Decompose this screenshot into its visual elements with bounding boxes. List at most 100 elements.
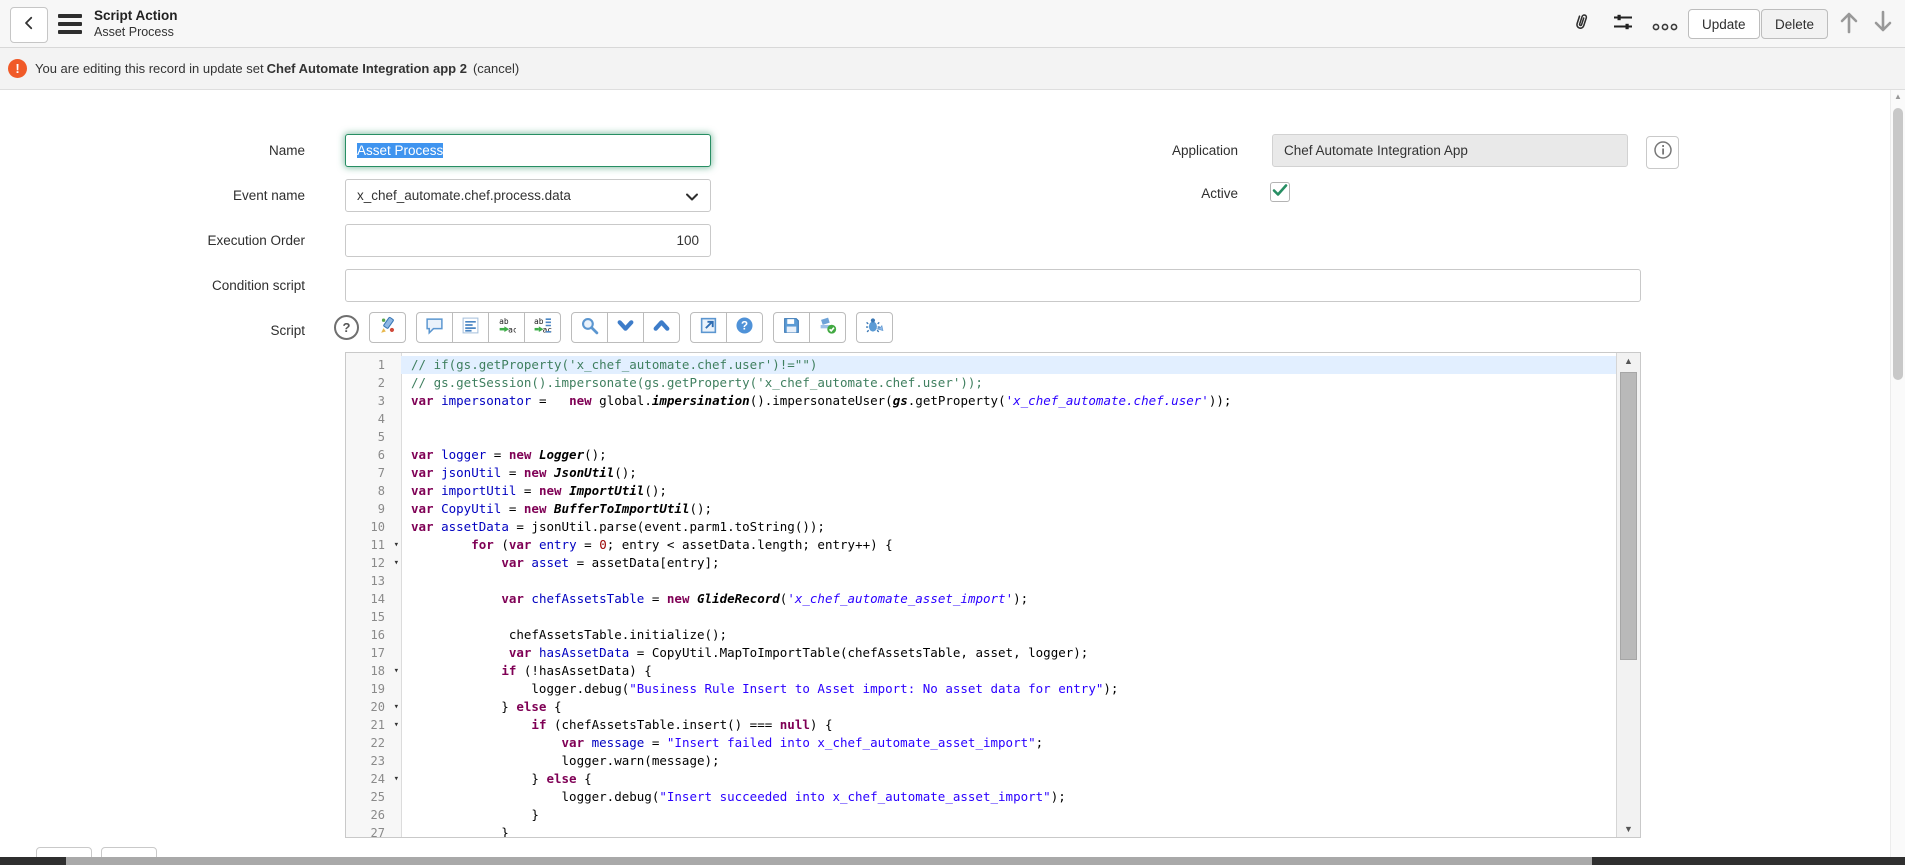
code-line[interactable]: 14 var chefAssetsTable = new GlideRecord… bbox=[346, 590, 1616, 608]
format-code-button[interactable] bbox=[452, 312, 489, 343]
code-line[interactable]: 5 bbox=[346, 428, 1616, 446]
find-previous-icon bbox=[652, 316, 671, 338]
code-line[interactable]: 1// if(gs.getProperty('x_chef_automate.c… bbox=[346, 356, 1616, 374]
code-line[interactable]: 27 } bbox=[346, 824, 1616, 838]
toolbar-button-group bbox=[571, 312, 680, 343]
line-number: 12▾ bbox=[346, 554, 401, 572]
replace-icon: abac bbox=[497, 316, 516, 338]
code-line[interactable]: 11▾ for (var entry = 0; entry < assetDat… bbox=[346, 536, 1616, 554]
code-line[interactable]: 10var assetData = jsonUtil.parse(event.p… bbox=[346, 518, 1616, 536]
script-label: Script bbox=[65, 322, 305, 339]
save-script-icon bbox=[782, 316, 801, 338]
back-button[interactable] bbox=[10, 7, 48, 43]
line-number: 22 bbox=[346, 734, 401, 752]
toggle-comment-button[interactable] bbox=[416, 312, 453, 343]
cancel-update-set-link[interactable]: (cancel) bbox=[473, 61, 519, 76]
line-number: 25 bbox=[346, 788, 401, 806]
code-line[interactable]: 13 bbox=[346, 572, 1616, 590]
toggle-syntax-editor-button[interactable] bbox=[369, 312, 406, 343]
line-number: 4 bbox=[346, 410, 401, 428]
open-fullscreen-button[interactable] bbox=[690, 312, 727, 343]
code-line[interactable]: 17 var hasAssetData = CopyUtil.MapToImpo… bbox=[346, 644, 1616, 662]
script-editor[interactable]: 1// if(gs.getProperty('x_chef_automate.c… bbox=[345, 352, 1641, 838]
code-line[interactable]: 25 logger.debug("Insert succeeded into x… bbox=[346, 788, 1616, 806]
page-scrollbar-thumb[interactable] bbox=[1893, 108, 1903, 380]
replace-all-button[interactable]: abac bbox=[524, 312, 561, 343]
code-line[interactable]: 20▾ } else { bbox=[346, 698, 1616, 716]
debug-script-icon bbox=[865, 316, 884, 338]
code-line[interactable]: 6var logger = new Logger(); bbox=[346, 446, 1616, 464]
back-chevron-icon bbox=[20, 14, 38, 37]
check-syntax-icon bbox=[818, 316, 837, 338]
toolbar-button-group: abac abac bbox=[416, 312, 561, 343]
svg-text:ac: ac bbox=[508, 325, 516, 334]
line-number: 15 bbox=[346, 608, 401, 626]
find-next-button[interactable] bbox=[607, 312, 644, 343]
code-line[interactable]: 16 chefAssetsTable.initialize(); bbox=[346, 626, 1616, 644]
open-fullscreen-icon bbox=[699, 316, 718, 338]
notification-text: You are editing this record in update se… bbox=[35, 61, 264, 76]
code-line[interactable]: 21▾ if (chefAssetsTable.insert() === nul… bbox=[346, 716, 1616, 734]
fold-toggle-icon[interactable]: ▾ bbox=[394, 555, 399, 571]
code-line[interactable]: 12▾ var asset = assetData[entry]; bbox=[346, 554, 1616, 572]
event-name-value: x_chef_automate.chef.process.data bbox=[357, 188, 571, 203]
code-line[interactable]: 24▾ } else { bbox=[346, 770, 1616, 788]
find-previous-button[interactable] bbox=[643, 312, 680, 343]
code-line[interactable]: 7var jsonUtil = new JsonUtil(); bbox=[346, 464, 1616, 482]
personalize-form-button[interactable] bbox=[1610, 11, 1636, 37]
code-line[interactable]: 2// gs.getSession().impersonate(gs.getPr… bbox=[346, 374, 1616, 392]
script-help-icon[interactable]: ? bbox=[334, 315, 359, 340]
code-line[interactable]: 22 var message = "Insert failed into x_c… bbox=[346, 734, 1616, 752]
line-number: 14 bbox=[346, 590, 401, 608]
fold-toggle-icon[interactable]: ▾ bbox=[394, 663, 399, 679]
editor-scrollbar[interactable]: ▲ ▼ bbox=[1616, 353, 1640, 837]
replace-button[interactable]: abac bbox=[488, 312, 525, 343]
code-line[interactable]: 4 bbox=[346, 410, 1616, 428]
condition-script-input[interactable] bbox=[345, 269, 1641, 302]
name-input[interactable]: Asset Process bbox=[345, 134, 711, 167]
find-next-icon bbox=[616, 316, 635, 338]
fold-toggle-icon[interactable]: ▾ bbox=[394, 537, 399, 553]
page-scroll-up-icon[interactable]: ▲ bbox=[1891, 92, 1905, 101]
previous-record-button[interactable] bbox=[1836, 11, 1862, 37]
code-line[interactable]: 3var impersonator = new global.impersina… bbox=[346, 392, 1616, 410]
fold-toggle-icon[interactable]: ▾ bbox=[394, 699, 399, 715]
code-line[interactable]: 19 logger.debug("Business Rule Insert to… bbox=[346, 680, 1616, 698]
editor-scroll-down-icon[interactable]: ▼ bbox=[1617, 824, 1640, 834]
debug-script-button[interactable] bbox=[856, 312, 893, 343]
check-syntax-button[interactable] bbox=[809, 312, 846, 343]
more-options-button[interactable] bbox=[1652, 16, 1678, 42]
next-record-button[interactable] bbox=[1870, 11, 1896, 37]
delete-button[interactable]: Delete bbox=[1761, 9, 1828, 39]
code-line[interactable]: 9var CopyUtil = new BufferToImportUtil()… bbox=[346, 500, 1616, 518]
editor-help-button[interactable]: ? bbox=[726, 312, 763, 343]
horizontal-scrollbar-left-end bbox=[0, 857, 66, 865]
line-number: 24▾ bbox=[346, 770, 401, 788]
name-input-selected-text: Asset Process bbox=[357, 143, 443, 158]
context-menu-icon[interactable] bbox=[58, 14, 82, 34]
code-line[interactable]: 8var importUtil = new ImportUtil(); bbox=[346, 482, 1616, 500]
save-script-button[interactable] bbox=[773, 312, 810, 343]
execution-order-label: Execution Order bbox=[65, 232, 305, 249]
editor-scrollbar-thumb[interactable] bbox=[1620, 372, 1637, 660]
code-line[interactable]: 23 logger.warn(message); bbox=[346, 752, 1616, 770]
record-title: Asset Process bbox=[94, 24, 178, 41]
line-number: 6 bbox=[346, 446, 401, 464]
event-name-select[interactable]: x_chef_automate.chef.process.data bbox=[345, 179, 711, 212]
format-code-icon bbox=[461, 316, 480, 338]
update-button[interactable]: Update bbox=[1688, 9, 1760, 39]
code-line[interactable]: 15 bbox=[346, 608, 1616, 626]
application-info-button[interactable] bbox=[1646, 136, 1679, 169]
page-vertical-scrollbar[interactable]: ▲ bbox=[1890, 90, 1905, 857]
fold-toggle-icon[interactable]: ▾ bbox=[394, 717, 399, 733]
code-line[interactable]: 26 } bbox=[346, 806, 1616, 824]
line-number: 16 bbox=[346, 626, 401, 644]
attachment-button[interactable] bbox=[1568, 11, 1594, 37]
active-checkbox[interactable] bbox=[1270, 182, 1290, 202]
fold-toggle-icon[interactable]: ▾ bbox=[394, 771, 399, 787]
execution-order-input[interactable]: 100 bbox=[345, 224, 711, 257]
page-horizontal-scrollbar[interactable] bbox=[0, 857, 1905, 865]
code-line[interactable]: 18▾ if (!hasAssetData) { bbox=[346, 662, 1616, 680]
editor-scroll-up-icon[interactable]: ▲ bbox=[1617, 356, 1640, 366]
search-button[interactable] bbox=[571, 312, 608, 343]
